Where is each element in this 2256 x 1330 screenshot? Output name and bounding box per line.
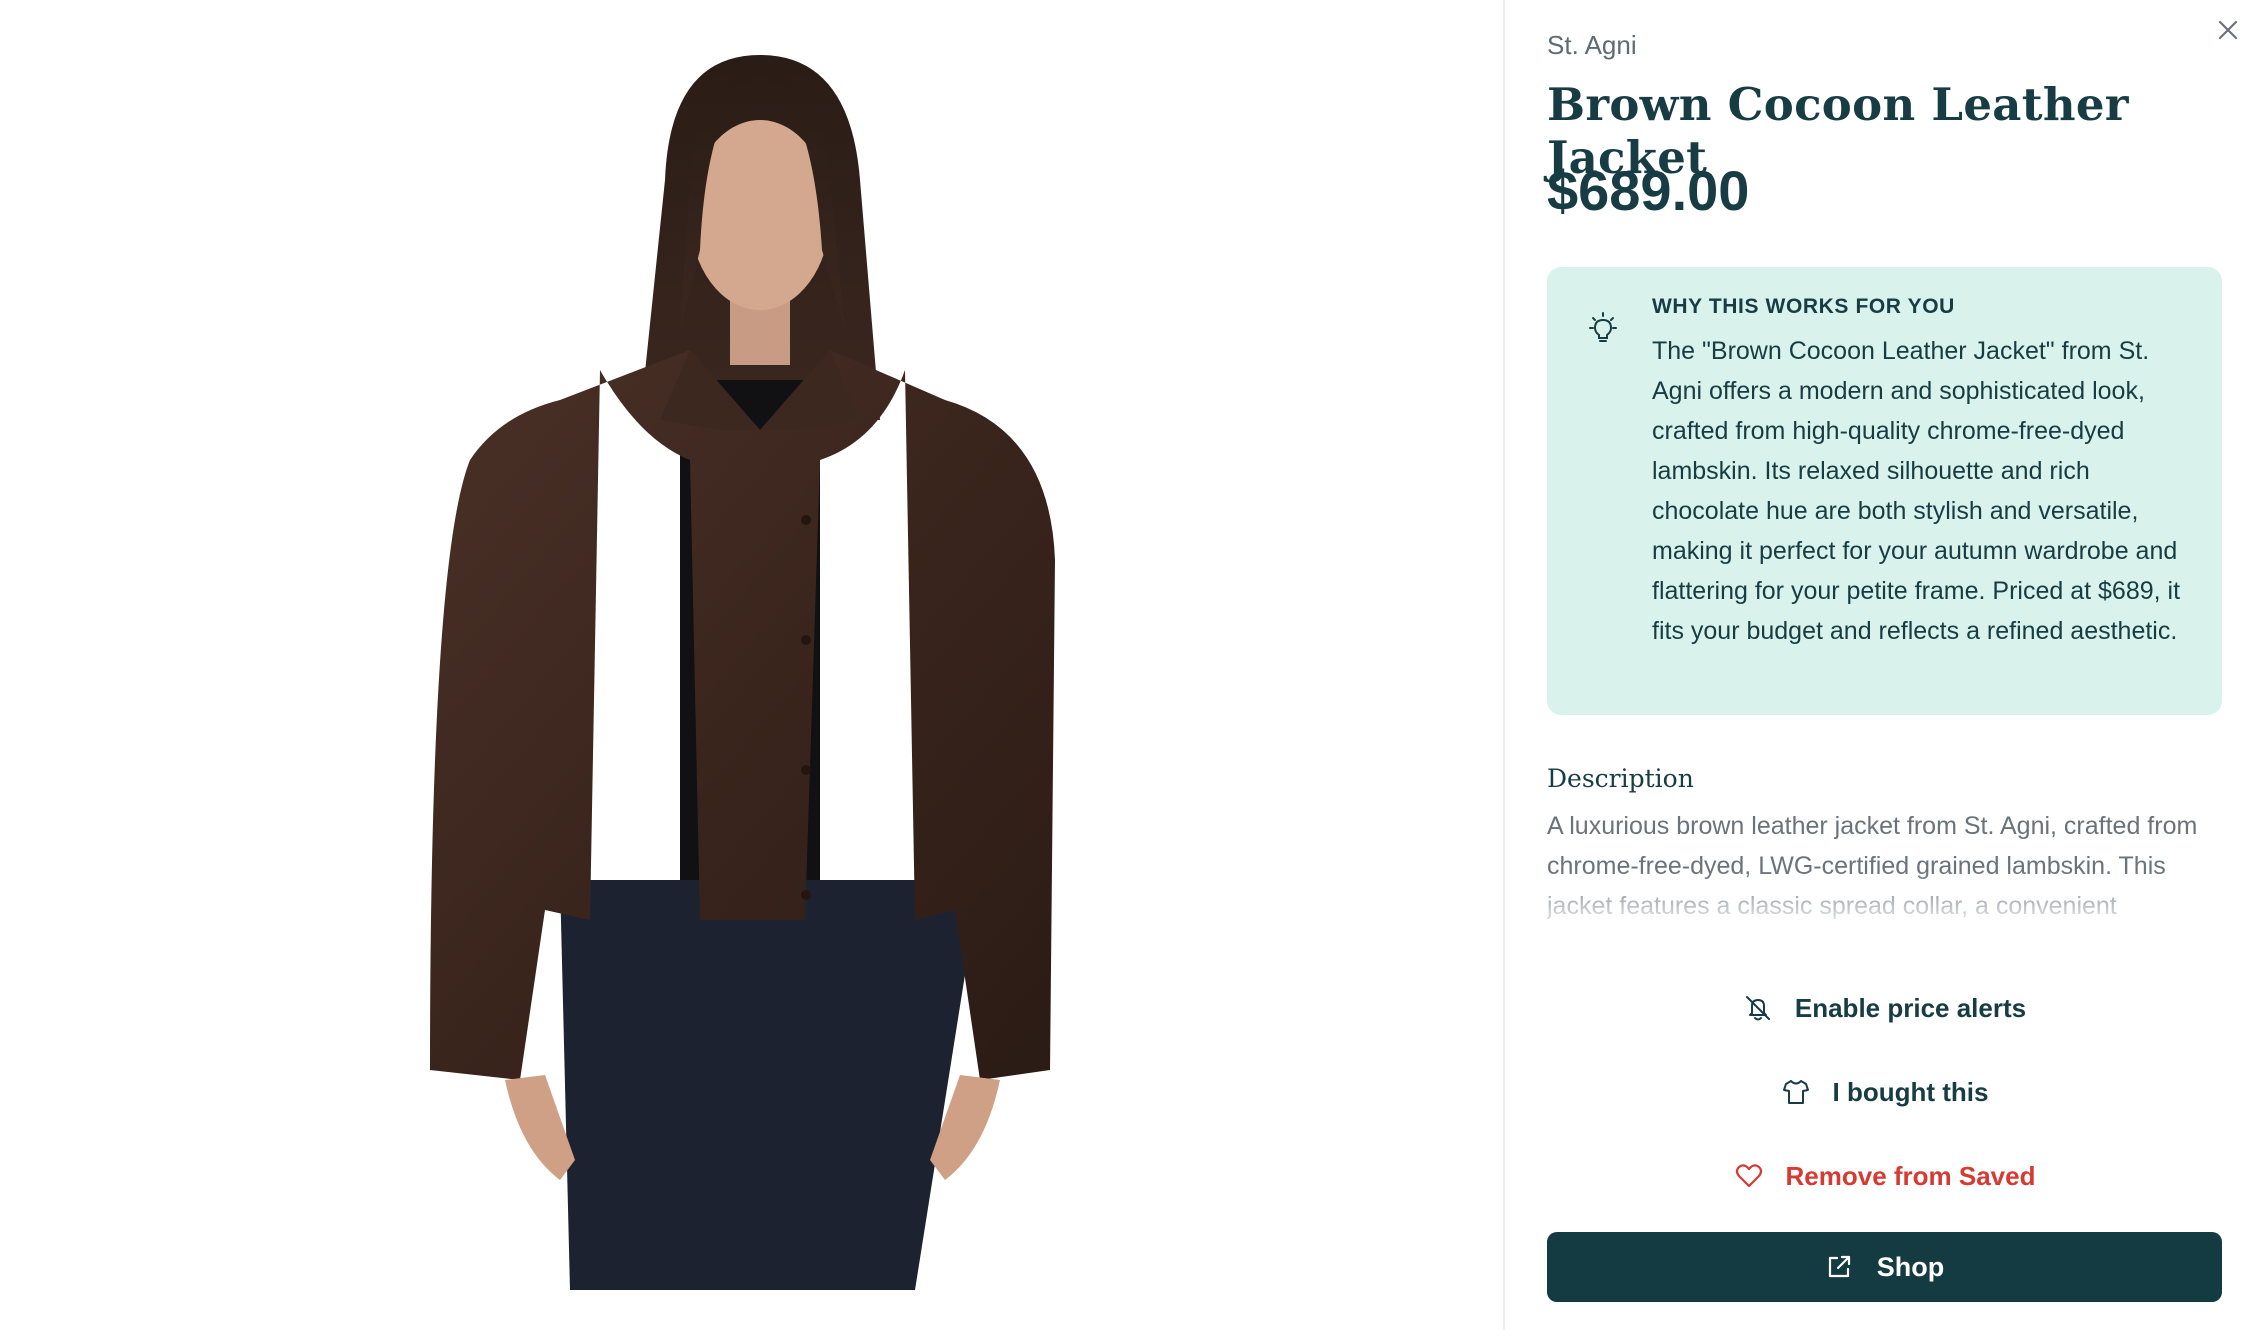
shop-label: Shop (1876, 1251, 1945, 1282)
shirt-icon (1782, 1080, 1809, 1104)
why-this-works-card: WHY THIS WORKS FOR YOU The "Brown Cocoon… (1547, 267, 2222, 715)
i-bought-this-button[interactable]: I bought this (1547, 1064, 2222, 1120)
price-alerts-label: Enable price alerts (1794, 992, 2027, 1023)
enable-price-alerts-button[interactable]: Enable price alerts (1547, 980, 2222, 1036)
remove-saved-label: Remove from Saved (1785, 1160, 2036, 1191)
close-button[interactable] (2210, 12, 2246, 48)
product-image (0, 0, 1503, 1330)
description-text: A luxurious brown leather jacket from St… (1547, 812, 2198, 920)
product-details-panel: St. Agni Brown Cocoon Leather Jacket $68… (1505, 0, 2256, 1330)
product-brand: St. Agni (1547, 30, 1637, 60)
product-price: $689.00 (1547, 159, 1750, 222)
external-link-icon (1828, 1255, 1850, 1278)
why-text: The "Brown Cocoon Leather Jacket" from S… (1652, 337, 2181, 645)
remove-from-saved-button[interactable]: Remove from Saved (1547, 1148, 2222, 1204)
lightbulb-icon (1589, 312, 1617, 342)
close-icon (2218, 20, 2238, 40)
why-heading: WHY THIS WORKS FOR YOU (1652, 295, 1955, 318)
product-photo (430, 55, 1055, 1290)
product-detail-page: St. Agni Brown Cocoon Leather Jacket $68… (0, 0, 2256, 1330)
bell-off-icon (1745, 996, 1770, 1021)
bought-label: I bought this (1832, 1076, 1989, 1107)
heart-icon (1735, 1164, 1762, 1188)
description-heading: Description (1547, 764, 1694, 793)
shop-button[interactable]: Shop (1547, 1232, 2222, 1302)
